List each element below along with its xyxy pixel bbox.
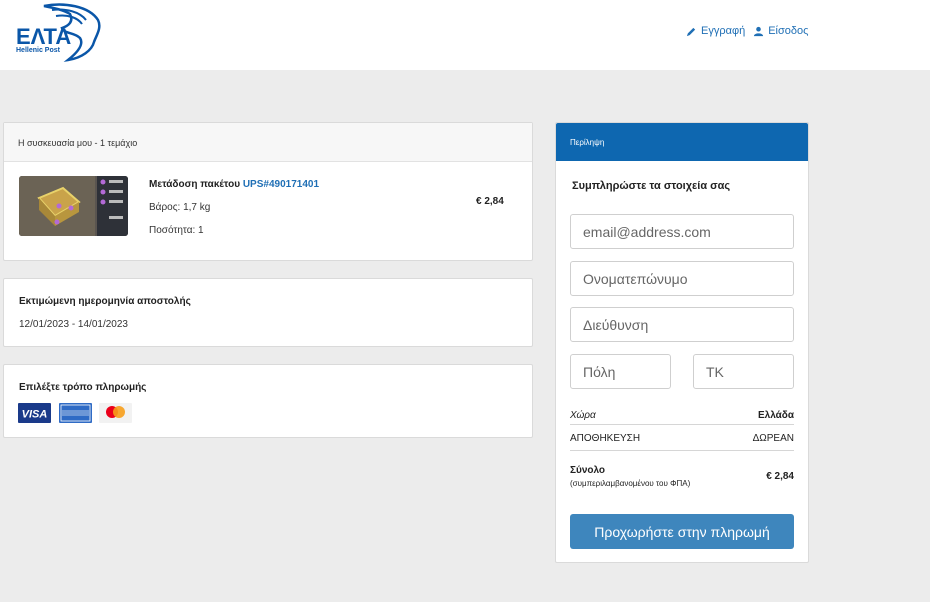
header-links: Εγγραφή Είσοδος	[686, 25, 808, 37]
summary-card: Περίληψη Συμπληρώστε τα στοιχεία σας Χώρ…	[555, 122, 809, 563]
pencil-icon	[686, 27, 696, 36]
zip-input[interactable]	[693, 354, 794, 389]
top-header: ΕΛΤΑ Hellenic Post Εγγραφή Είσοδος	[0, 0, 930, 70]
item-quantity: Ποσότητα: 1	[149, 225, 204, 236]
payment-title: Επιλέξτε τρόπο πληρωμής	[19, 382, 147, 393]
divider	[570, 424, 794, 425]
package-card: Η συσκευασία μου - 1 τεμάχιο Μετάδοση πα…	[3, 122, 533, 261]
total-label: Σύνολο	[570, 465, 606, 476]
divider	[570, 450, 794, 451]
country-label: Χώρα	[570, 410, 596, 421]
logo-tagline: Hellenic Post	[16, 47, 60, 54]
total-note: (συμπεριλαμβανομένου του ΦΠΑ)	[570, 479, 691, 488]
package-photo	[19, 176, 128, 236]
delivery-range: 12/01/2023 - 14/01/2023	[19, 319, 128, 330]
item-weight: Βάρος: 1,7 kg	[149, 202, 211, 213]
summary-title: Συμπληρώστε τα στοιχεία σας	[572, 180, 731, 192]
visa-icon[interactable]: VISA	[18, 403, 51, 423]
register-label: Εγγραφή	[701, 25, 746, 37]
country-value: Ελλάδα	[757, 410, 794, 421]
storage-row: ΑΠΟΘΗΚΕΥΣΗ ΔΩΡΕΑΝ	[570, 433, 794, 444]
storage-label: ΑΠΟΘΗΚΕΥΣΗ	[570, 433, 641, 444]
register-link[interactable]: Εγγραφή	[686, 25, 745, 37]
address-input[interactable]	[570, 307, 794, 342]
user-icon	[754, 26, 764, 36]
tracking-code[interactable]: UPS#490171401	[243, 179, 319, 190]
name-input[interactable]	[570, 261, 794, 296]
login-link[interactable]: Είσοδος	[753, 25, 808, 37]
country-row: Χώρα Ελλάδα	[570, 410, 794, 421]
total-row: Σύνολο (συμπεριλαμβανομένου του ΦΠΑ) € 2…	[570, 465, 794, 488]
summary-heading: Περίληψη	[556, 123, 808, 161]
mastercard-icon[interactable]	[99, 403, 132, 423]
package-image	[19, 176, 128, 236]
elta-logo[interactable]: ΕΛΤΑ Hellenic Post	[14, 2, 104, 62]
delivery-title: Εκτιμώμενη ημερομηνία αποστολής	[19, 296, 191, 307]
proceed-payment-button[interactable]: Προχωρήστε στην πληρωμή	[570, 514, 794, 549]
city-input[interactable]	[570, 354, 671, 389]
item-title: Μετάδοση πακέτου UPS#490171401	[149, 179, 319, 190]
amex-icon[interactable]	[59, 403, 92, 423]
login-label: Είσοδος	[768, 25, 809, 37]
email-input[interactable]	[570, 214, 794, 249]
svg-text:VISA: VISA	[22, 409, 48, 421]
payment-card: Επιλέξτε τρόπο πληρωμής VISA	[3, 364, 533, 438]
delivery-card: Εκτιμώμενη ημερομηνία αποστολής 12/01/20…	[3, 278, 533, 347]
item-price: € 2,84	[476, 196, 504, 207]
total-value: € 2,84	[766, 471, 794, 482]
storage-value: ΔΩΡΕΑΝ	[752, 433, 794, 444]
package-heading: Η συσκευασία μου - 1 τεμάχιο	[4, 123, 532, 162]
item-title-text: Μετάδοση πακέτου	[149, 179, 241, 190]
